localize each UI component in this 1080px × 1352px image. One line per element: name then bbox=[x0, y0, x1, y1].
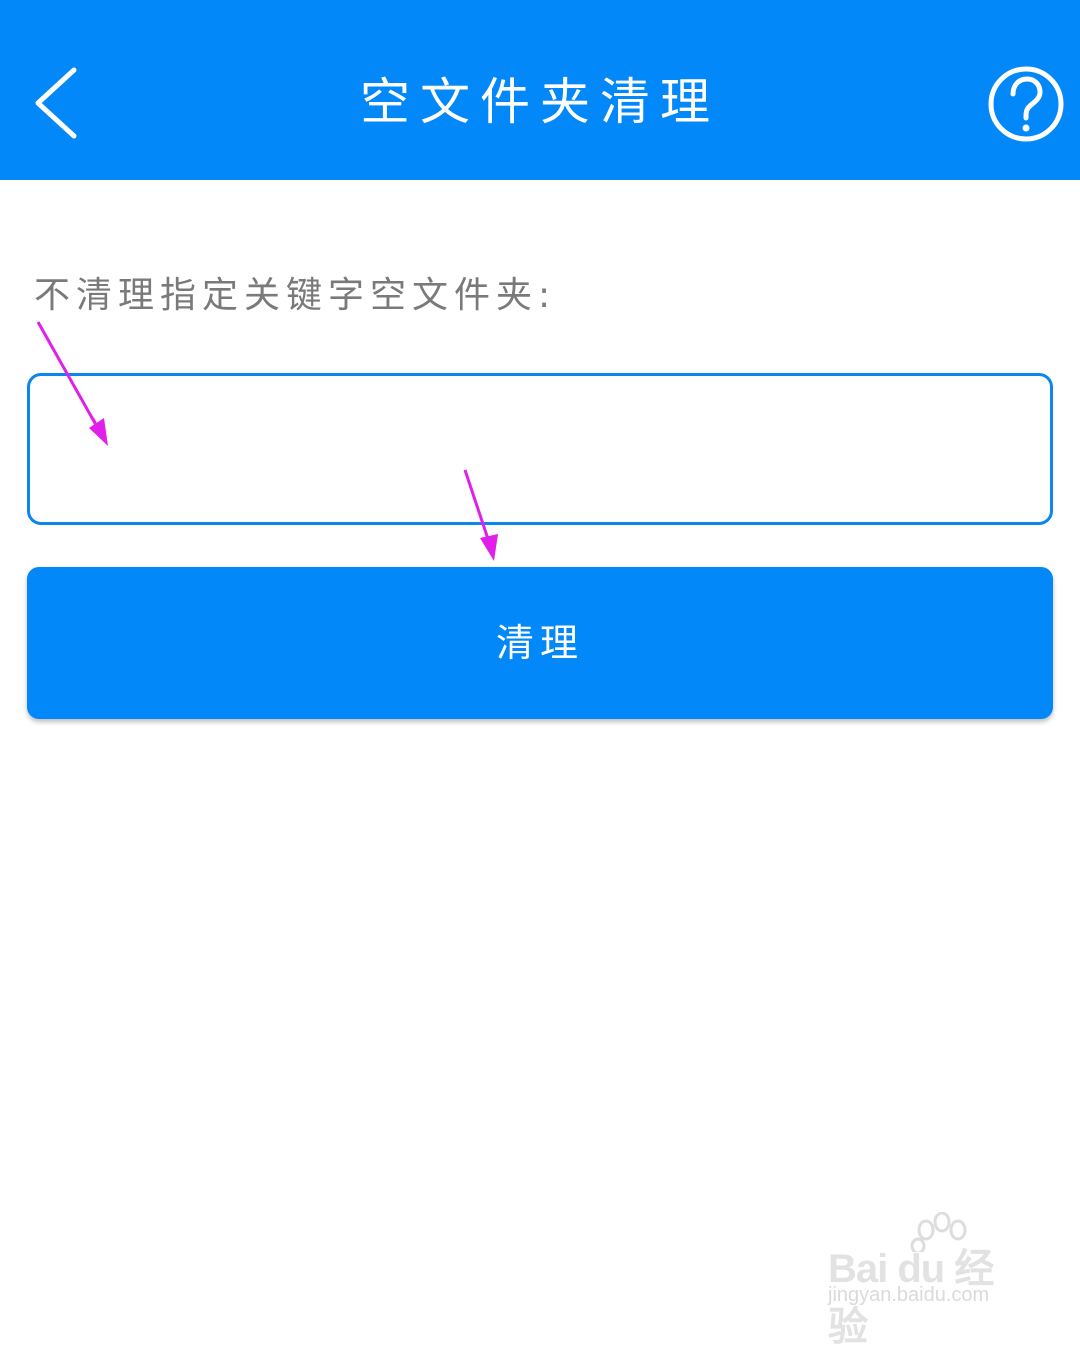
magenta-arrow-icon bbox=[463, 469, 498, 561]
magenta-arrow-icon bbox=[36, 321, 108, 446]
baidu-jingyan-watermark: Bai du 经验 jingyan.baidu.com bbox=[826, 1212, 1026, 1349]
annotation-arrows bbox=[36, 321, 498, 561]
watermark-url: jingyan.baidu.com bbox=[828, 1284, 990, 1306]
